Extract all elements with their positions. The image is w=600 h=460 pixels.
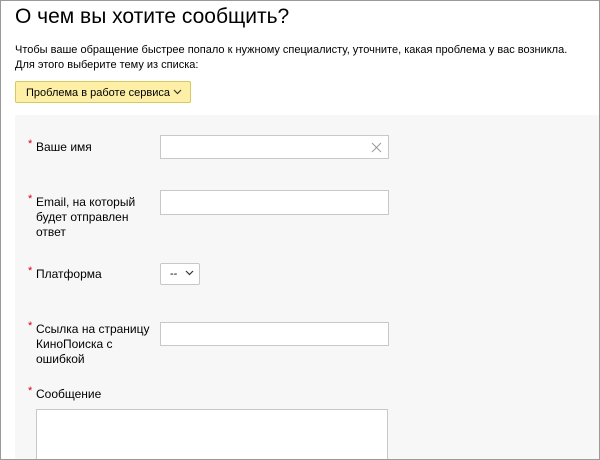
- message-textarea[interactable]: [36, 409, 388, 459]
- page-description: Чтобы ваше обращение быстрее попало к ну…: [15, 43, 567, 73]
- platform-select[interactable]: --: [160, 263, 200, 285]
- topic-dropdown-button[interactable]: Проблема в работе сервиса: [15, 81, 191, 103]
- label-line: КиноПоиска с: [36, 337, 113, 351]
- name-label: Ваше имя: [36, 140, 92, 154]
- email-label: Email, на который будет отправлен ответ: [36, 195, 135, 240]
- feedback-page: О чем вы хотите сообщить? Чтобы ваше обр…: [0, 0, 600, 460]
- chevron-down-icon: [173, 89, 182, 95]
- required-mark: *: [28, 265, 33, 277]
- close-icon[interactable]: [371, 142, 382, 153]
- platform-label: Платформа: [36, 267, 102, 281]
- description-line: Чтобы ваше обращение быстрее попало к ну…: [15, 44, 568, 56]
- name-field[interactable]: [160, 135, 389, 159]
- link-field[interactable]: [160, 322, 389, 346]
- label-line: Email, на который: [36, 195, 136, 209]
- required-mark: *: [28, 320, 33, 332]
- message-label: Сообщение: [36, 387, 102, 401]
- description-line: Для этого выберите тему из списка:: [15, 59, 199, 71]
- required-mark: *: [28, 193, 33, 205]
- topic-dropdown-label: Проблема в работе сервиса: [26, 87, 170, 99]
- label-line: будет отправлен: [36, 210, 129, 224]
- chevron-down-icon: [185, 270, 194, 276]
- page-title: О чем вы хотите сообщить?: [15, 5, 290, 28]
- link-label: Ссылка на страницу КиноПоиска с ошибкой: [36, 322, 150, 367]
- feedback-form: [15, 115, 599, 459]
- email-field[interactable]: [160, 190, 389, 215]
- label-line: ошибкой: [36, 352, 85, 366]
- required-mark: *: [28, 138, 33, 150]
- label-line: Ссылка на страницу: [36, 322, 150, 336]
- platform-selected-value: --: [170, 268, 178, 280]
- label-line: ответ: [36, 225, 66, 239]
- required-mark: *: [28, 385, 33, 397]
